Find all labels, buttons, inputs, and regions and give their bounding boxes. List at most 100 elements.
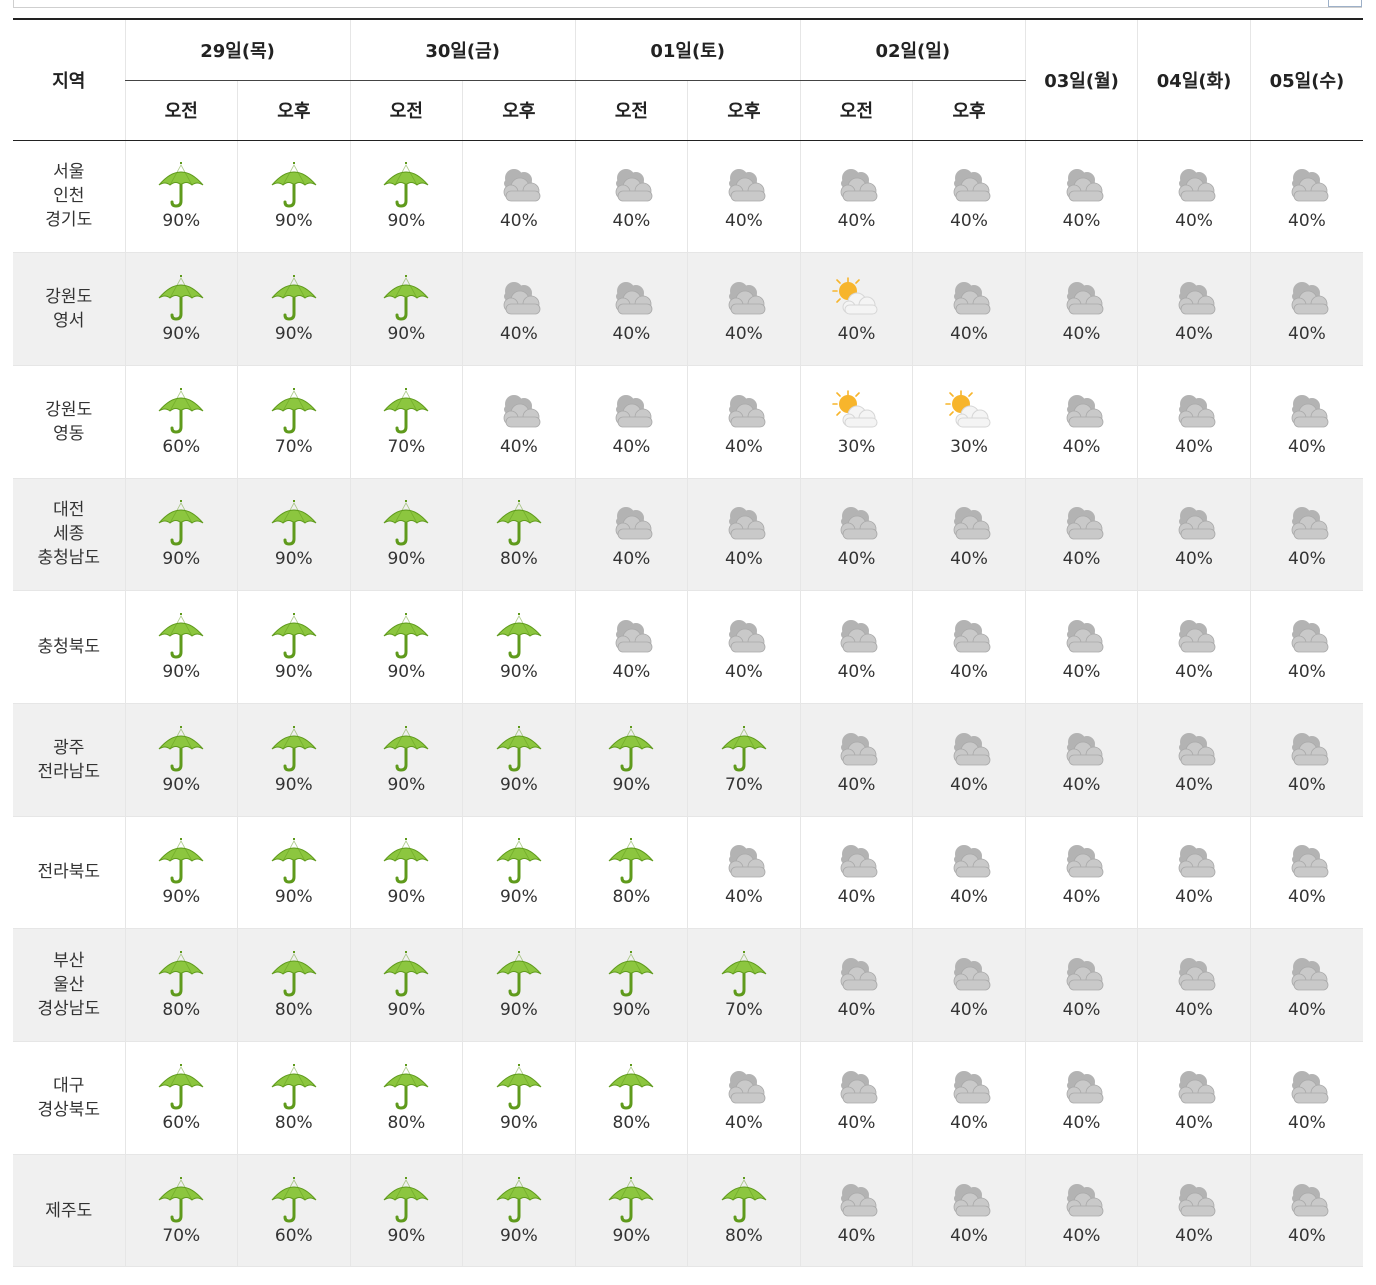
precipitation-probability: 90% <box>387 1225 426 1246</box>
precipitation-probability: 40% <box>1175 1000 1213 1021</box>
precipitation-probability: 80% <box>162 1000 201 1021</box>
cloud-icon <box>1169 725 1219 773</box>
precipitation-probability: 40% <box>837 211 876 232</box>
umbrella-icon <box>269 161 319 209</box>
forecast-cell: 40% <box>1137 928 1251 1042</box>
forecast-cell: 90% <box>462 928 576 1042</box>
precipitation-probability: 80% <box>612 887 651 908</box>
precipitation-probability: 40% <box>1175 211 1213 232</box>
cloud-icon <box>831 161 881 209</box>
cloud-icon <box>1057 612 1107 660</box>
cloud-icon <box>1282 499 1332 547</box>
umbrella-icon <box>606 950 656 998</box>
umbrella-icon <box>156 950 206 998</box>
forecast-cell: 90% <box>237 816 351 930</box>
umbrella-icon <box>269 725 319 773</box>
precipitation-probability: 40% <box>950 324 988 345</box>
forecast-cell: 40% <box>1249 365 1363 479</box>
cloud-icon <box>1057 387 1107 435</box>
umbrella-icon <box>269 499 319 547</box>
table-row: 제주도 70% 60% 90% 90% 90% 80% 40% 40% 40% 40% 40% <box>13 1154 1363 1268</box>
sun-cloud-icon <box>831 387 881 435</box>
precipitation-probability: 90% <box>612 1000 651 1021</box>
precipitation-probability: 90% <box>612 1225 651 1246</box>
umbrella-icon <box>381 161 431 209</box>
cloud-icon <box>1169 837 1219 885</box>
umbrella-icon <box>156 612 206 660</box>
precipitation-probability: 40% <box>837 1225 876 1246</box>
forecast-cell: 40% <box>1137 703 1251 817</box>
precipitation-probability: 40% <box>1175 887 1213 908</box>
precipitation-probability: 40% <box>950 887 988 908</box>
precipitation-probability: 40% <box>837 1112 876 1133</box>
precipitation-probability: 40% <box>1175 324 1213 345</box>
region-name: 전라북도 <box>13 816 126 930</box>
region-name-line: 서울 <box>53 162 85 183</box>
cloud-icon <box>606 499 656 547</box>
forecast-cell: 60% <box>237 1154 351 1268</box>
forecast-cell: 80% <box>574 816 688 930</box>
day-header-1: 30일(금) <box>349 18 576 81</box>
forecast-cell: 40% <box>799 478 913 592</box>
forecast-cell: 40% <box>799 140 913 254</box>
precipitation-probability: 40% <box>837 774 876 795</box>
forecast-cell: 70% <box>687 928 801 1042</box>
weekly-forecast-table: 지역 29일(목) 30일(금) 01일(토) 02일(일) 03일(월) 04일(화) 0… <box>13 18 1363 1268</box>
forecast-cell: 40% <box>912 252 1026 366</box>
cloud-icon <box>1282 725 1332 773</box>
region-name: 대구 경상북도 <box>13 1041 126 1155</box>
forecast-cell: 40% <box>1024 1154 1138 1268</box>
umbrella-icon <box>494 725 544 773</box>
umbrella-icon <box>269 274 319 322</box>
region-name-line: 전라북도 <box>37 862 101 883</box>
region-name-line: 세종 <box>53 524 85 545</box>
pm-header-2: 오후 <box>687 80 801 141</box>
cloud-icon <box>606 612 656 660</box>
precipitation-probability: 90% <box>274 549 313 570</box>
precipitation-probability: 40% <box>499 211 538 232</box>
forecast-cell: 90% <box>462 1041 576 1155</box>
precipitation-probability: 70% <box>274 436 313 457</box>
umbrella-icon <box>381 1176 431 1224</box>
forecast-cell: 40% <box>462 252 576 366</box>
forecast-cell: 40% <box>1249 590 1363 704</box>
region-name-line: 경기도 <box>45 210 93 231</box>
cloud-icon <box>1282 1176 1332 1224</box>
precipitation-probability: 90% <box>162 774 201 795</box>
region-name: 제주도 <box>13 1154 126 1268</box>
forecast-cell: 40% <box>1024 928 1138 1042</box>
cloud-icon <box>1169 1176 1219 1224</box>
umbrella-icon <box>156 1063 206 1111</box>
region-name-line: 충청남도 <box>37 548 101 569</box>
forecast-cell: 40% <box>799 1041 913 1155</box>
precipitation-probability: 40% <box>950 549 988 570</box>
precipitation-probability: 70% <box>725 774 763 795</box>
table-row: 광주 전라남도 90% 90% 90% 90% 90% 70% 40% 40% 40% 40% 40% <box>13 703 1363 817</box>
precipitation-probability: 90% <box>162 211 201 232</box>
precipitation-probability: 40% <box>1062 1225 1101 1246</box>
table-row: 강원도 영동 60% 70% 70% 40% 40% 40% 30% 30% 40% 40% 40% <box>13 365 1363 479</box>
umbrella-icon <box>269 1176 319 1224</box>
cloud-icon <box>1057 1176 1107 1224</box>
cloud-icon <box>1169 499 1219 547</box>
search-button-edge[interactable] <box>1328 0 1362 7</box>
forecast-cell: 40% <box>687 816 801 930</box>
forecast-cell: 40% <box>1249 1154 1363 1268</box>
precipitation-probability: 40% <box>1062 774 1101 795</box>
forecast-cell: 40% <box>799 590 913 704</box>
search-bar-edge <box>13 0 1362 8</box>
forecast-cell: 40% <box>1024 365 1138 479</box>
table-row: 전라북도 90% 90% 90% 90% 80% 40% 40% 40% 40% 40% 40% <box>13 816 1363 930</box>
forecast-cell: 40% <box>1024 1041 1138 1155</box>
precipitation-probability: 40% <box>725 324 763 345</box>
forecast-cell: 40% <box>1137 816 1251 930</box>
forecast-cell: 80% <box>462 478 576 592</box>
precipitation-probability: 40% <box>612 549 651 570</box>
precipitation-probability: 40% <box>1288 436 1326 457</box>
forecast-cell: 90% <box>349 478 463 592</box>
forecast-cell: 90% <box>349 1154 463 1268</box>
precipitation-probability: 80% <box>725 1225 763 1246</box>
cloud-icon <box>831 1176 881 1224</box>
umbrella-icon <box>606 837 656 885</box>
cloud-icon <box>1057 837 1107 885</box>
